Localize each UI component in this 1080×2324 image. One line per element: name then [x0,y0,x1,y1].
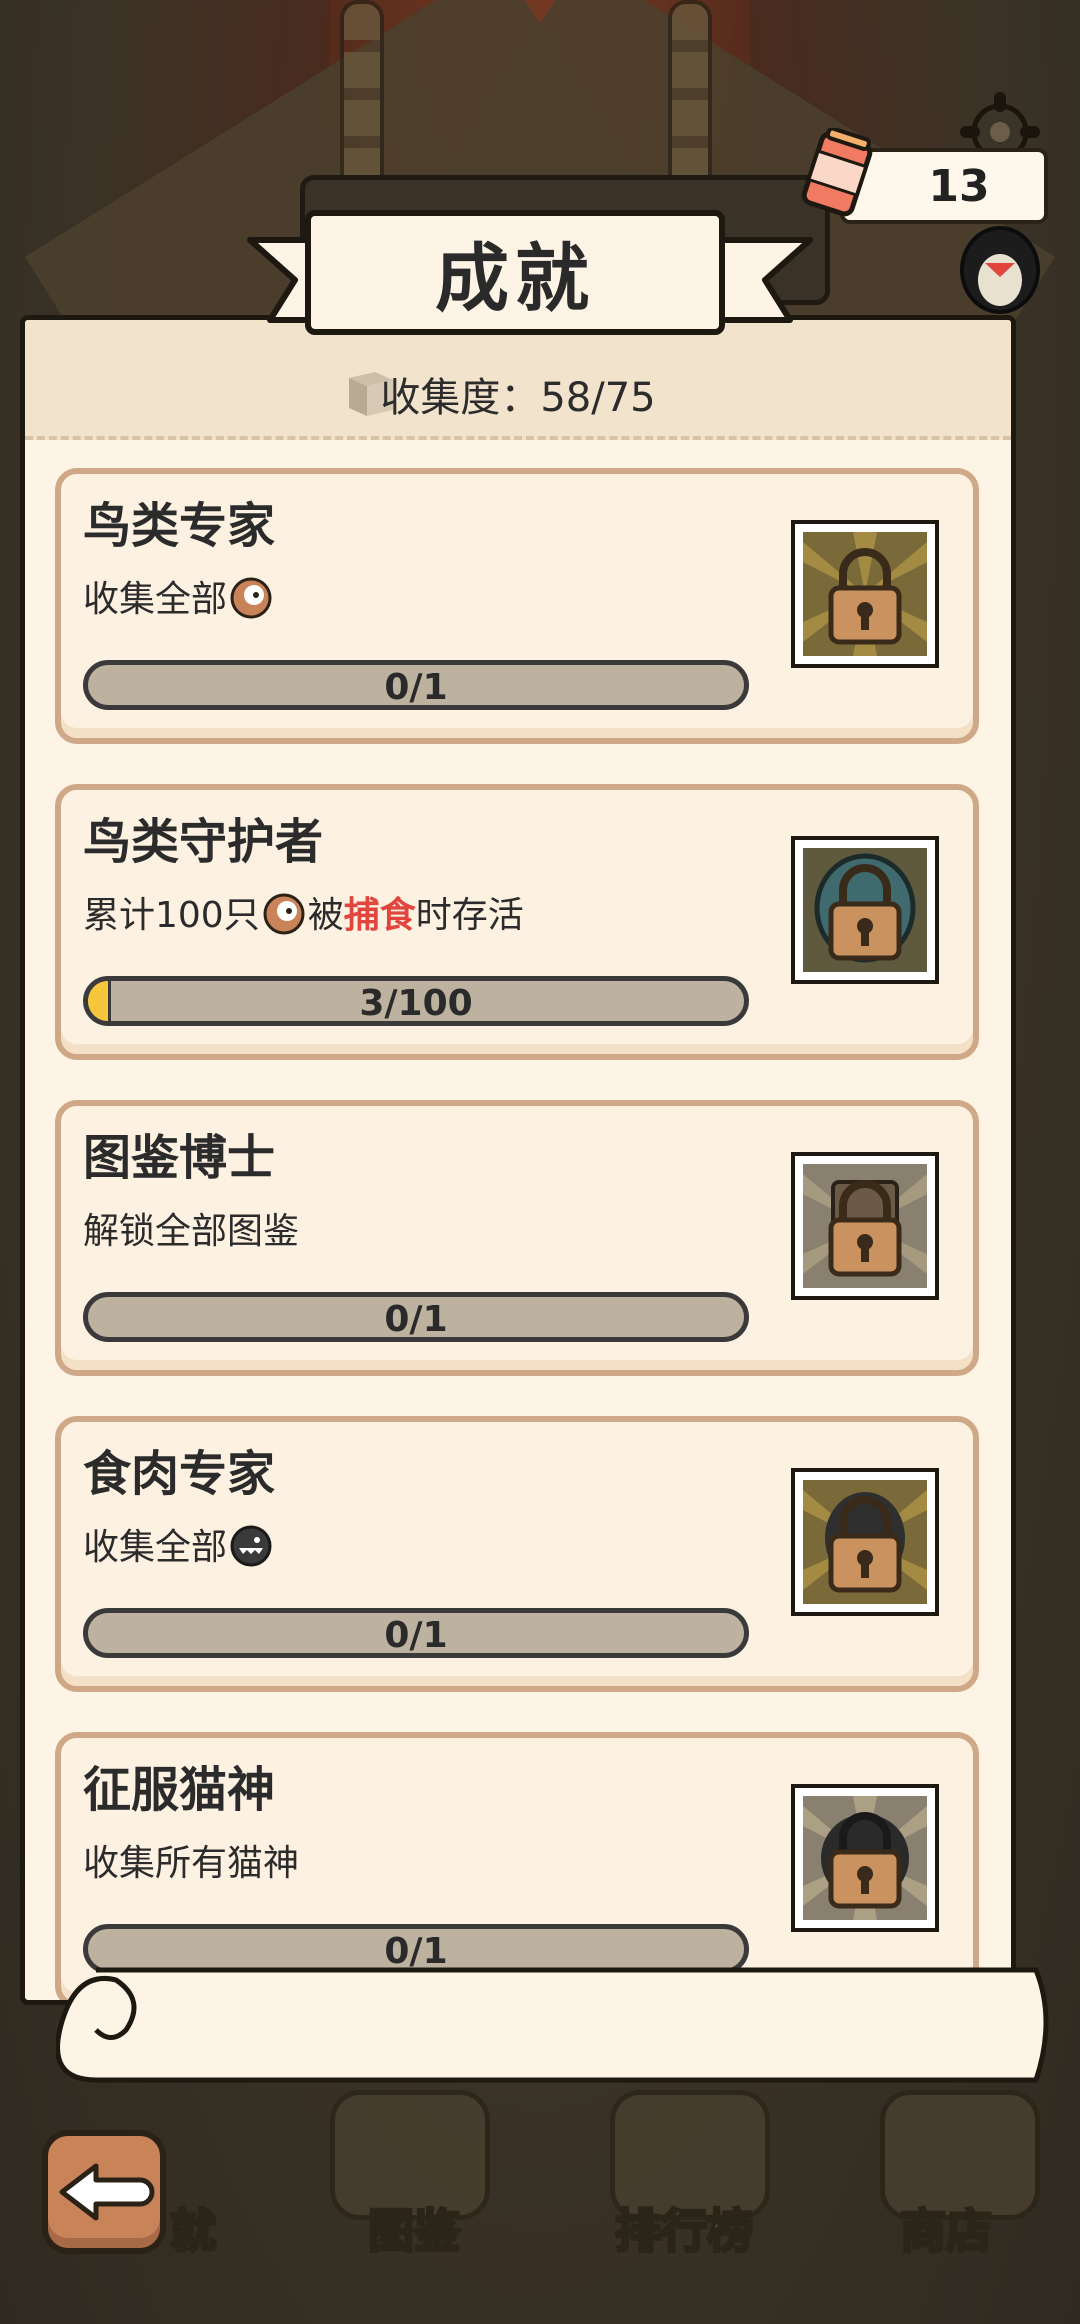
progress-text: 0/1 [384,667,448,708]
achievement-list[interactable]: 鸟类专家 收集全部 0/1 鸟类守护者 累计100只 被捕食时存活 3/100 … [55,468,985,2000]
achievement-card[interactable]: 食肉专家 收集全部 0/1 [55,1416,979,1692]
locked-badge[interactable] [791,520,939,668]
achievement-title: 征服猫神 [83,1762,276,1818]
locked-badge[interactable] [791,1784,939,1932]
achievement-desc: 收集全部 [83,570,275,622]
tab-shop-label[interactable]: 商店 [899,2195,994,2261]
desc-text: 累计100只 [83,895,260,936]
achievement-desc: 收集全部 [83,1518,275,1570]
achievement-card[interactable]: 鸟类守护者 累计100只 被捕食时存活 3/100 [55,784,979,1060]
tab-encyclopedia-label[interactable]: 图鉴 [367,2195,462,2261]
bird-icon [263,893,305,935]
desc-text: 收集所有猫神 [83,1843,300,1884]
progress-text: 0/1 [384,1615,448,1656]
progress-bar: 3/100 [83,976,749,1026]
collection-progress: 收集度：58/75 [380,375,656,421]
locked-badge[interactable] [791,1152,939,1300]
achievement-desc: 累计100只 被捕食时存活 [83,886,524,938]
achievement-title: 鸟类专家 [83,498,276,554]
back-arrow-icon [59,2163,155,2221]
desc-text: 解锁全部图鉴 [83,1211,300,1252]
desc-text: 收集全部 [83,579,228,620]
lock-icon [803,848,927,972]
title-plate: 成就 [305,210,725,335]
page-title: 成就 [435,236,595,322]
tab-ranking-label[interactable]: 排行榜 [614,2195,755,2261]
achievement-title: 食肉专家 [83,1446,276,1502]
lock-icon [803,1164,927,1288]
predator-icon [230,1525,272,1567]
progress-text: 3/100 [359,983,473,1024]
lock-icon [803,1480,927,1604]
lock-icon [803,532,927,656]
scroll-roll [56,1967,1049,2083]
lock-icon [803,1796,927,1920]
locked-badge[interactable] [791,836,939,984]
achievement-desc: 解锁全部图鉴 [83,1202,299,1254]
bird-icon [230,577,272,619]
desc-text: 被 [307,895,344,936]
currency-value: 13 [928,160,990,212]
achievement-panel: 收集度：58/75 鸟类专家 收集全部 0/1 鸟类守护者 累计100只 被捕食… [20,315,1016,2005]
locked-badge[interactable] [791,1468,939,1616]
achievement-card[interactable]: 图鉴博士 解锁全部图鉴 0/1 [55,1100,979,1376]
achievement-title: 图鉴博士 [83,1130,276,1186]
progress-bar: 0/1 [83,1608,749,1658]
desc-text: 收集全部 [83,1527,228,1568]
progress-text: 0/1 [384,1299,448,1340]
tab-achievement-label[interactable]: 就 [169,2195,218,2261]
progress-bar: 0/1 [83,1292,749,1342]
desc-highlight: 捕食 [343,895,416,936]
desc-text: 时存活 [415,895,524,936]
achievement-card[interactable]: 鸟类专家 收集全部 0/1 [55,468,979,744]
progress-bar: 0/1 [83,660,749,710]
penguin-avatar-icon[interactable] [955,215,1045,315]
back-button[interactable] [42,2130,166,2254]
achievement-title: 鸟类守护者 [83,814,324,870]
achievement-desc: 收集所有猫神 [83,1834,299,1886]
